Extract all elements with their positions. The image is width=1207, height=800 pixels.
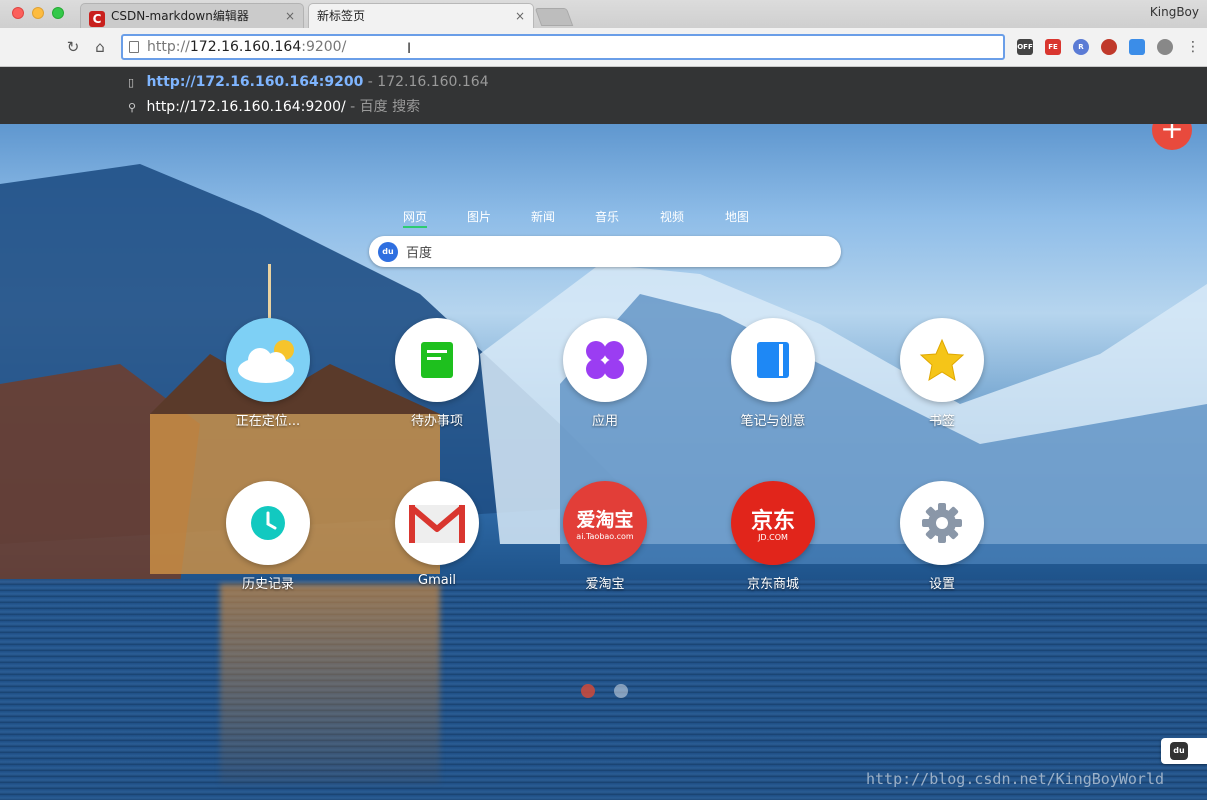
tab-strip: C CSDN-markdown编辑器 × 新标签页 × KingBoy [0, 0, 1207, 28]
tab-title: 新标签页 [317, 9, 366, 23]
lake-surface [0, 579, 1207, 800]
tab-images[interactable]: 图片 [467, 208, 491, 225]
search-input[interactable]: du 百度 [369, 236, 841, 267]
tile-apps[interactable]: 应用 [545, 318, 665, 438]
star-icon [900, 318, 984, 402]
suggestion-search[interactable]: ⚲ http://172.16.160.164:9200/ - 百度 搜索 [128, 96, 420, 118]
extension-gear-icon[interactable] [1157, 39, 1173, 55]
gear-icon [900, 481, 984, 565]
address-url[interactable]: http://172.16.160.164:9200/ [147, 36, 346, 58]
watermark: http://blog.csdn.net/KingBoyWorld [866, 770, 1165, 788]
extension-fe-icon[interactable]: FE [1045, 39, 1061, 55]
gmail-icon [395, 481, 479, 565]
tile-history[interactable]: 历史记录 [208, 481, 328, 601]
extension-record-icon[interactable] [1101, 39, 1117, 55]
weather-icon [226, 318, 310, 402]
taobao-icon: 爱淘宝 ai.Taobao.com [563, 481, 647, 565]
tab-music[interactable]: 音乐 [595, 208, 619, 225]
notes-icon [731, 318, 815, 402]
extension-off-icon[interactable]: OFF [1017, 39, 1033, 55]
home-icon[interactable]: ⌂ [90, 37, 110, 57]
browser-toolbar: ↻ ⌂ http://172.16.160.164:9200/ I OFF FE… [0, 28, 1207, 67]
tab-close-icon[interactable]: × [285, 4, 295, 28]
tab-video[interactable]: 视频 [660, 208, 684, 225]
tab-new-tab[interactable]: 新标签页 × [308, 3, 534, 28]
address-bar[interactable]: http://172.16.160.164:9200/ I [121, 34, 1005, 60]
castle-reflection [220, 584, 440, 784]
page-icon: ▯ [128, 76, 135, 89]
page-icon [129, 41, 139, 53]
tile-bookmarks[interactable]: 书签 [882, 318, 1002, 438]
omnibox-suggestions: ▯ http://172.16.160.164:9200 - 172.16.16… [0, 67, 1207, 124]
tab-csdn-editor[interactable]: C CSDN-markdown编辑器 × [80, 3, 304, 28]
extension-pen-icon[interactable] [1129, 39, 1145, 55]
tile-todo[interactable]: 待办事项 [377, 318, 497, 438]
baidu-paw-icon: du [378, 242, 398, 262]
baidu-floating-widget[interactable]: du [1161, 738, 1207, 764]
search-icon: ⚲ [128, 101, 137, 114]
csdn-icon: C [89, 11, 105, 27]
jd-icon: 京东 JD.COM [731, 481, 815, 565]
window-close-button[interactable] [12, 7, 24, 19]
extension-r-icon[interactable]: R [1073, 39, 1089, 55]
text-cursor-icon: I [407, 41, 412, 57]
apps-icon [563, 318, 647, 402]
todo-icon [395, 318, 479, 402]
tile-notes[interactable]: 笔记与创意 [713, 318, 833, 438]
profile-name[interactable]: KingBoy [1150, 5, 1199, 19]
tab-title: CSDN-markdown编辑器 [111, 9, 249, 23]
new-tab-page: + 网页 图片 新闻 音乐 视频 地图 du 百度 正在定位... 待办事项 应… [0, 124, 1207, 800]
tab-map[interactable]: 地图 [725, 208, 749, 225]
baidu-du-icon: du [1170, 742, 1188, 760]
window-zoom-button[interactable] [52, 7, 64, 19]
tab-news[interactable]: 新闻 [531, 208, 555, 225]
tile-taobao[interactable]: 爱淘宝 ai.Taobao.com 爱淘宝 [545, 481, 665, 601]
tile-settings[interactable]: 设置 [882, 481, 1002, 601]
suggestion-url[interactable]: ▯ http://172.16.160.164:9200 - 172.16.16… [128, 71, 489, 93]
tile-gmail[interactable]: Gmail [377, 481, 497, 601]
tile-weather[interactable]: 正在定位... [208, 318, 328, 438]
page-dot-2[interactable] [614, 684, 628, 698]
tile-jd[interactable]: 京东 JD.COM 京东商城 [713, 481, 833, 601]
menu-icon[interactable]: ⋮ [1183, 37, 1203, 57]
tab-close-icon[interactable]: × [515, 4, 525, 28]
reload-icon[interactable]: ↻ [63, 37, 83, 57]
tab-web[interactable]: 网页 [403, 208, 428, 228]
clock-icon [226, 481, 310, 565]
search-engine-label: 百度 [406, 246, 433, 261]
page-dot-1[interactable] [581, 684, 595, 698]
window-minimize-button[interactable] [32, 7, 44, 19]
new-tab-button[interactable] [534, 8, 574, 26]
